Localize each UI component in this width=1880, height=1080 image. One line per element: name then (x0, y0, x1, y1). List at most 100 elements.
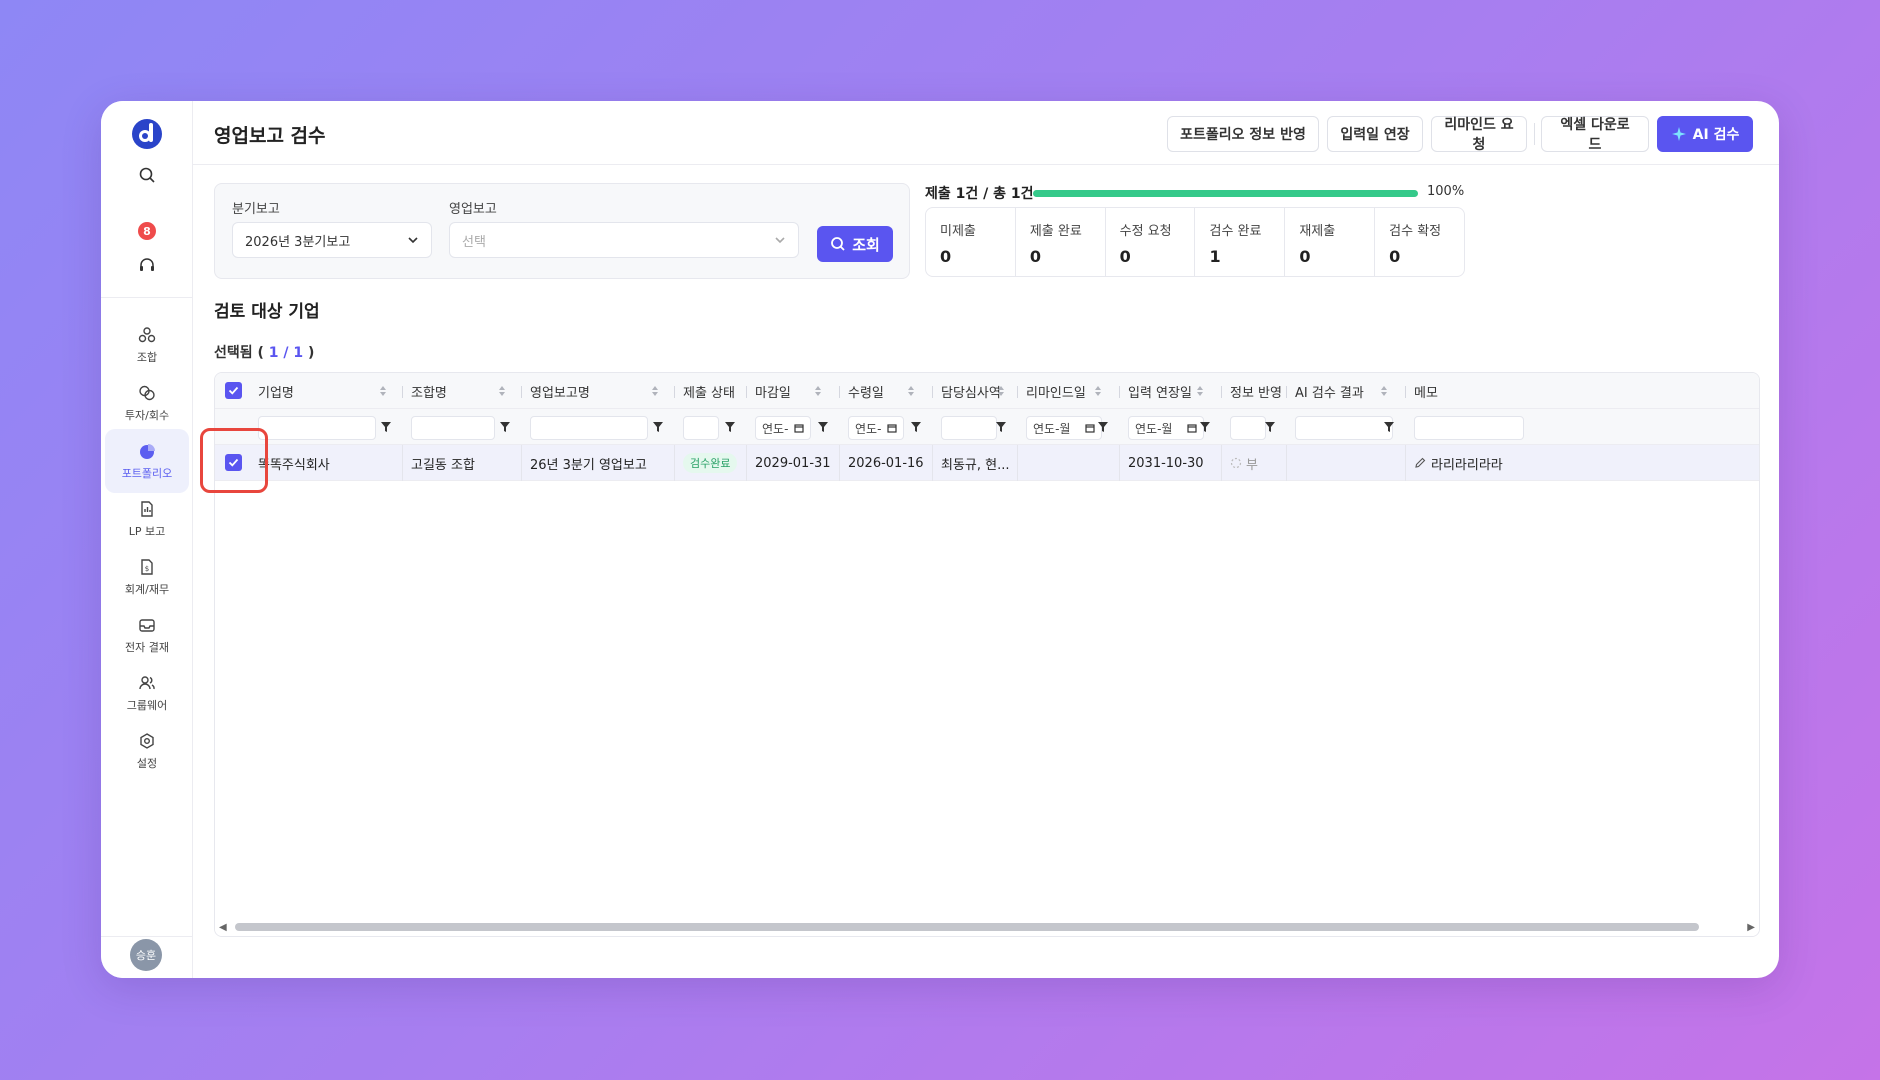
filter-extended-date[interactable]: 연도-월 (1128, 416, 1204, 440)
remind-request-button[interactable]: 리마인드 요청 (1431, 116, 1527, 153)
stat-label: 검수 완료 (1209, 224, 1262, 239)
scroll-right-icon[interactable]: ▶ (1747, 922, 1755, 933)
notification-badge[interactable]: 8 (138, 222, 156, 240)
filter-icon[interactable] (1264, 421, 1276, 433)
quarter-select-value: 2026년 3분기보고 (245, 234, 351, 250)
sidebar-item-label: 전자 결재 (125, 640, 169, 654)
column-divider (674, 386, 675, 398)
sidebar-item-finance[interactable]: $ 회계/재무 (105, 545, 189, 609)
extend-input-button[interactable]: 입력일 연장 (1327, 116, 1423, 152)
sort-icon[interactable] (1094, 373, 1102, 409)
column-divider (1221, 386, 1222, 398)
sort-icon[interactable] (997, 373, 1005, 409)
cell-memo[interactable]: 라리라리라라 (1414, 445, 1524, 481)
sidebar-item-portfolio[interactable]: 포트폴리오 (105, 429, 189, 493)
filter-info-sync-input[interactable] (1230, 416, 1266, 440)
filter-icon[interactable] (910, 421, 922, 433)
filter-fund-input[interactable] (411, 416, 495, 440)
highlight-marker (200, 428, 268, 493)
sidebar-item-groupware[interactable]: 그룹웨어 (105, 661, 189, 725)
sidebar-item-label: LP 보고 (128, 524, 166, 538)
filter-deadline-date[interactable]: 연도- (755, 416, 811, 440)
filter-status-input[interactable] (683, 416, 719, 440)
ai-review-button[interactable]: AI 검수 (1657, 116, 1753, 152)
report-select[interactable]: 선택 (449, 222, 799, 258)
cluster-icon (138, 326, 156, 342)
col-company[interactable]: 기업명 (258, 373, 294, 409)
excel-download-button[interactable]: 엑셀 다운로드 (1541, 116, 1649, 153)
col-ai-result[interactable]: AI 검수 결과 (1295, 373, 1364, 409)
filter-ai-result-input[interactable] (1295, 416, 1393, 440)
headset-icon[interactable] (137, 255, 157, 275)
stat-not-submitted[interactable]: 미제출 0 (926, 208, 1016, 276)
stat-revision-requested[interactable]: 수정 요청 0 (1106, 208, 1196, 276)
filter-report-input[interactable] (530, 416, 648, 440)
avatar[interactable]: 승훈 (130, 939, 162, 971)
filter-icon[interactable] (817, 421, 829, 433)
filter-icon[interactable] (380, 421, 392, 433)
filter-icon[interactable] (724, 421, 736, 433)
col-deadline[interactable]: 마감일 (755, 373, 791, 409)
filter-icon[interactable] (1383, 421, 1395, 433)
horizontal-scrollbar[interactable]: ◀ ▶ (215, 918, 1759, 936)
col-remind-date[interactable]: 리마인드일 (1026, 373, 1086, 409)
finance-doc-icon: $ (141, 558, 153, 575)
sort-icon[interactable] (379, 373, 387, 409)
sort-icon[interactable] (1380, 373, 1388, 409)
cell-company[interactable]: 똑똑주식회사 (258, 445, 398, 481)
col-info-sync[interactable]: 정보 반영 (1230, 373, 1282, 409)
date-placeholder: 연도-월 (1033, 421, 1071, 436)
cell-report-name: 26년 3분기 영업보고 (530, 457, 647, 473)
select-all-checkbox[interactable] (225, 382, 242, 399)
filter-icon[interactable] (995, 421, 1007, 433)
app-logo[interactable] (130, 117, 164, 151)
sort-icon[interactable] (651, 373, 659, 409)
sidebar-item-settings[interactable]: 설정 (105, 719, 189, 783)
filter-received-date[interactable]: 연도- (848, 416, 904, 440)
filter-icon[interactable] (1199, 421, 1211, 433)
col-report-name[interactable]: 영업보고명 (530, 373, 590, 409)
col-reviewer[interactable]: 담당심사역 (941, 373, 1001, 409)
sidebar-item-investment[interactable]: 투자/회수 (105, 371, 189, 435)
col-received[interactable]: 수령일 (848, 373, 884, 409)
stat-submitted[interactable]: 제출 완료 0 (1016, 208, 1106, 276)
sort-icon[interactable] (907, 373, 915, 409)
info-sync-value: 부 (1246, 457, 1258, 473)
table-row[interactable]: 똑똑주식회사 고길동 조합 26년 3분기 영업보고 검수완료 2029-01-… (215, 445, 1759, 481)
col-status[interactable]: 제출 상태 (683, 373, 735, 409)
stat-value: 0 (1119, 247, 1131, 266)
cell-divider (746, 445, 747, 481)
cell-deadline: 2029-01-31 (755, 455, 831, 471)
page-title: 영업보고 검수 (214, 125, 326, 147)
cell-info-sync[interactable]: 부 (1230, 445, 1282, 481)
stat-resubmitted[interactable]: 재제출 0 (1285, 208, 1376, 276)
col-extended[interactable]: 입력 연장일 (1128, 373, 1192, 409)
sort-icon[interactable] (814, 373, 822, 409)
filter-memo-input[interactable] (1414, 416, 1524, 440)
filter-remind-date[interactable]: 연도-월 (1026, 416, 1102, 440)
filter-icon[interactable] (652, 421, 664, 433)
scrollbar-thumb[interactable] (235, 923, 1699, 931)
col-memo[interactable]: 메모 (1414, 373, 1438, 409)
filter-reviewer-input[interactable] (941, 416, 997, 440)
sidebar-item-lp-report[interactable]: LP 보고 (105, 487, 189, 551)
cell-extended: 2031-10-30 (1128, 455, 1204, 471)
quarter-select[interactable]: 2026년 3분기보고 (232, 222, 432, 258)
search-button[interactable]: 조회 (817, 226, 893, 262)
column-divider (1119, 386, 1120, 398)
sort-icon[interactable] (498, 373, 506, 409)
col-fund[interactable]: 조합명 (411, 373, 447, 409)
sidebar-item-fund[interactable]: 조합 (105, 313, 189, 377)
portfolio-sync-button[interactable]: 포트폴리오 정보 반영 (1167, 116, 1319, 152)
stat-review-confirmed[interactable]: 검수 확정 0 (1375, 208, 1464, 276)
cell-divider (1017, 445, 1018, 481)
sidebar-item-approval[interactable]: 전자 결재 (105, 603, 189, 667)
filter-icon[interactable] (1097, 421, 1109, 433)
search-icon[interactable] (137, 165, 157, 185)
sort-icon[interactable] (1196, 373, 1204, 409)
scroll-left-icon[interactable]: ◀ (219, 922, 227, 933)
filter-company-input[interactable] (258, 416, 376, 440)
stat-review-complete[interactable]: 검수 완료 1 (1195, 208, 1286, 276)
cell-ai-result (1295, 445, 1401, 481)
filter-icon[interactable] (499, 421, 511, 433)
